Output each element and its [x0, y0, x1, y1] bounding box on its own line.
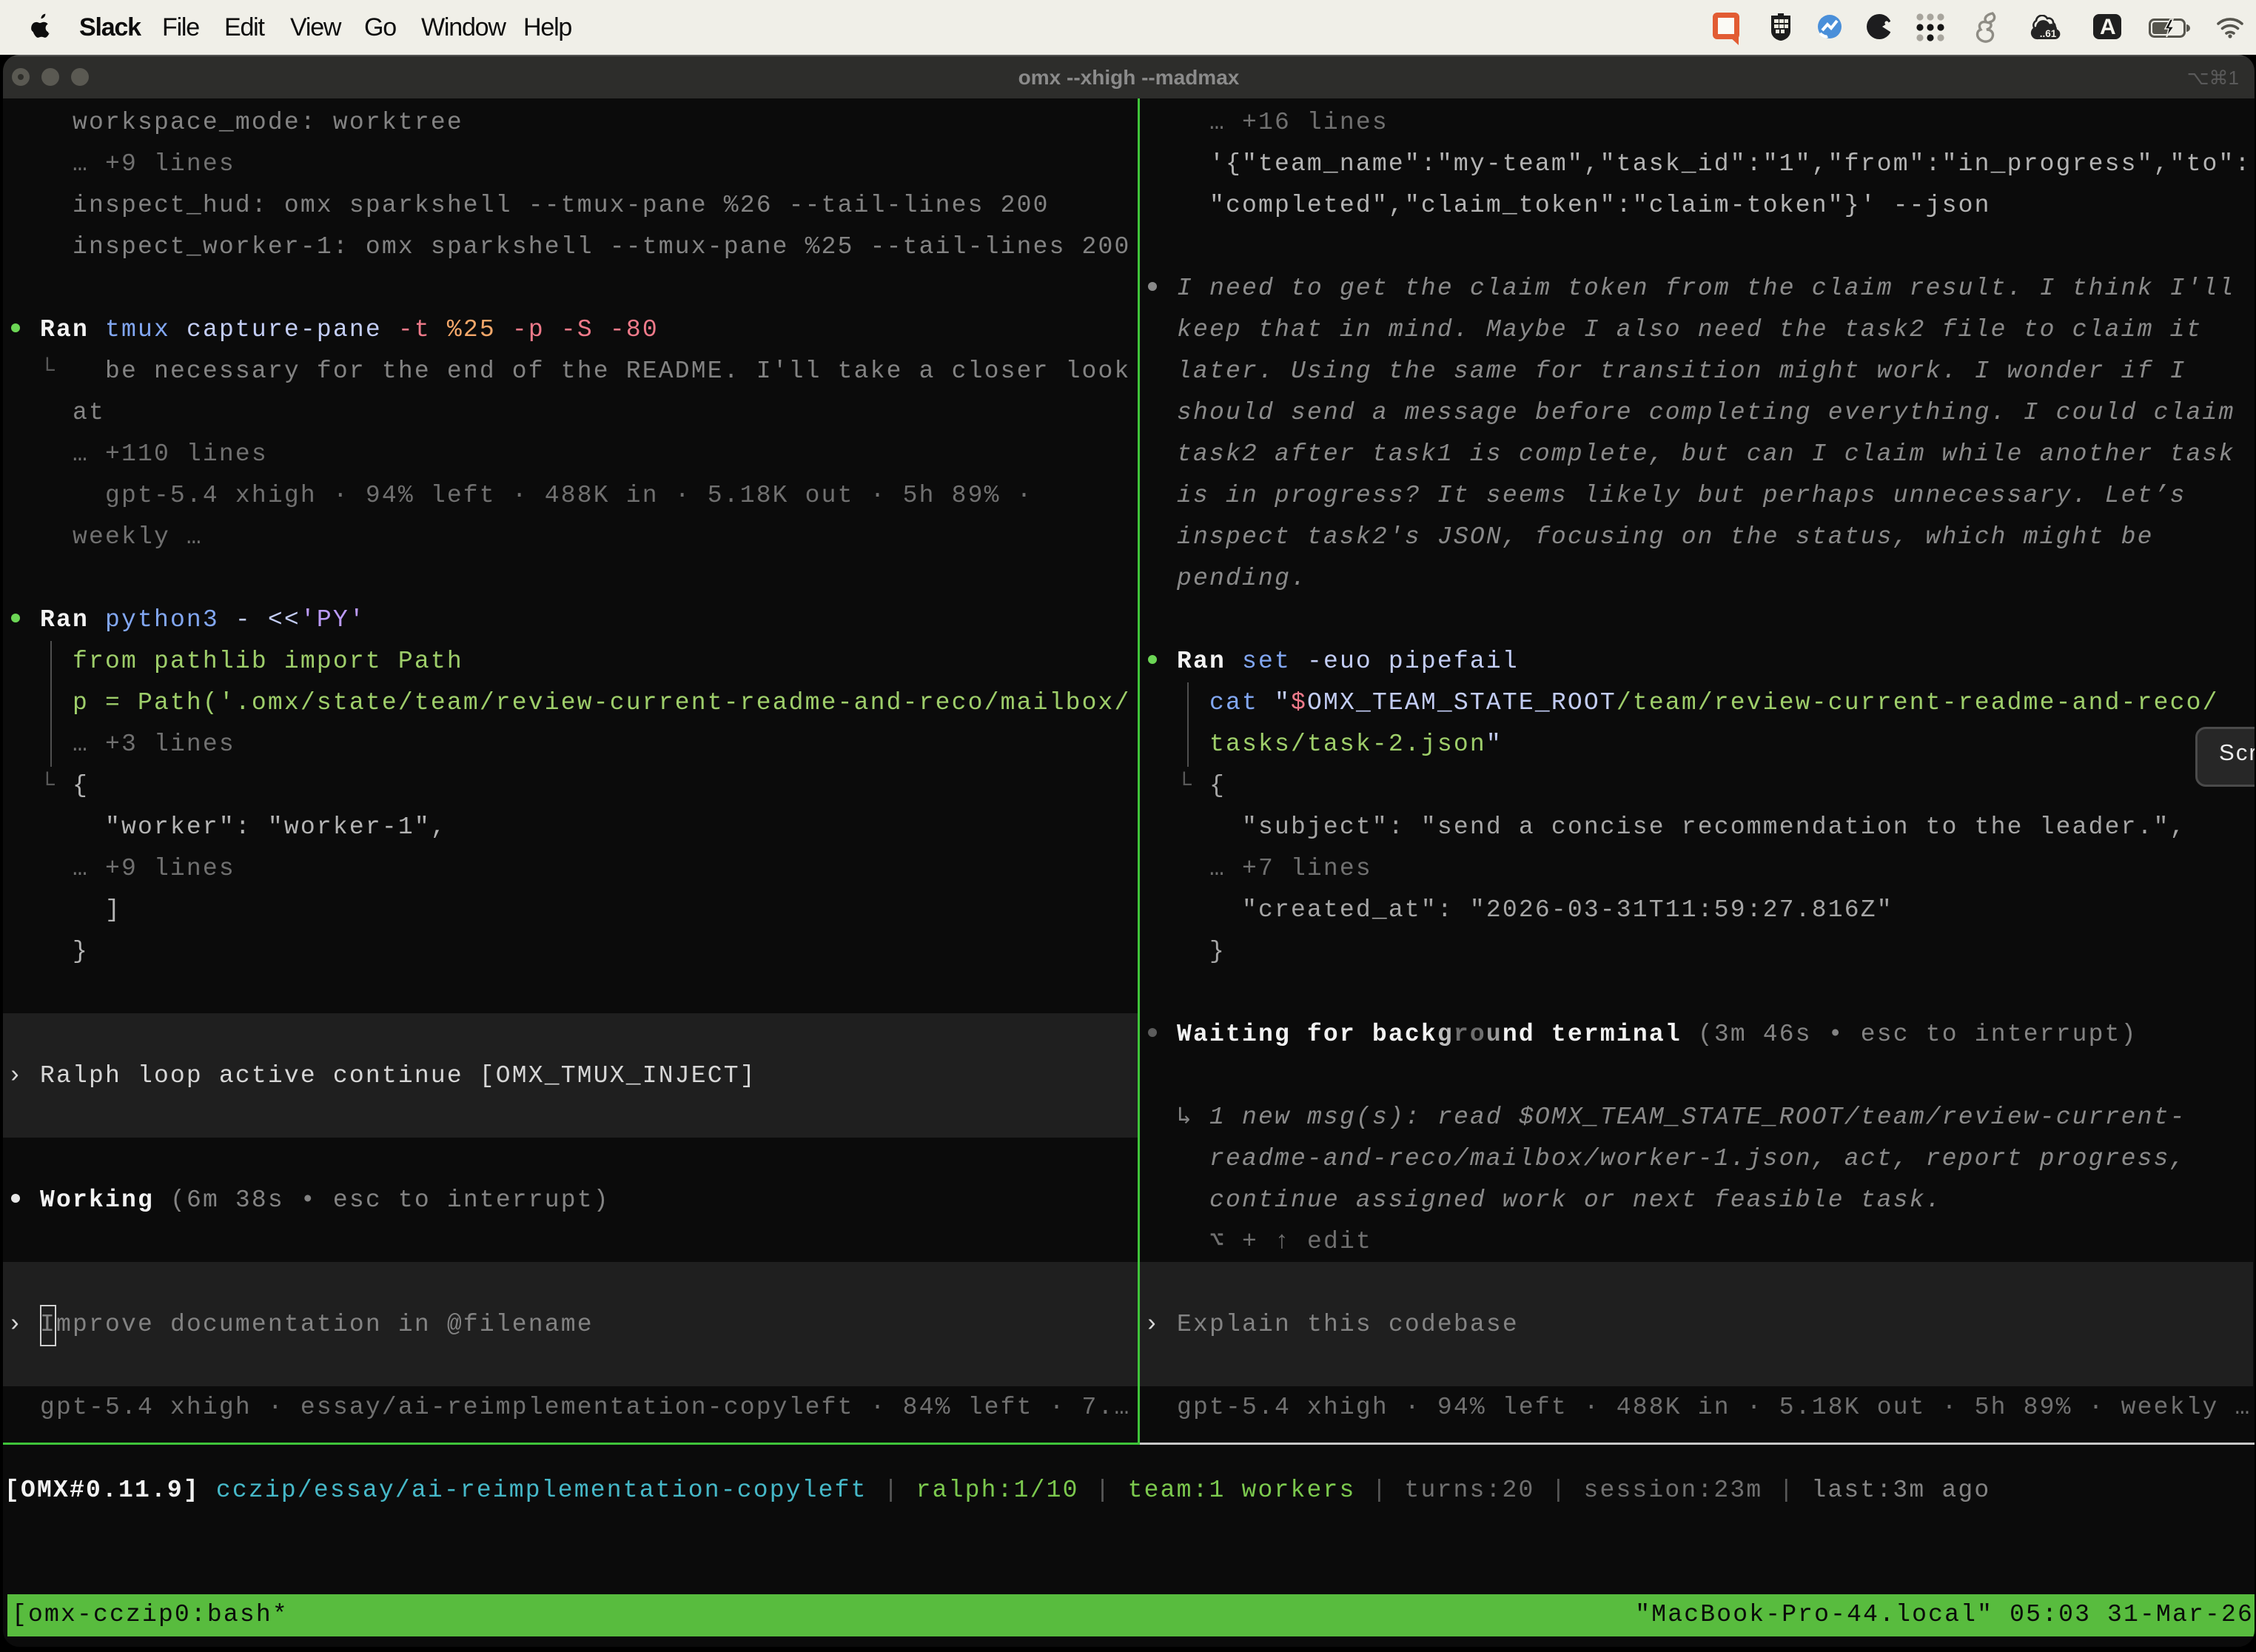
svg-text:..61: ..61 — [2040, 28, 2057, 39]
